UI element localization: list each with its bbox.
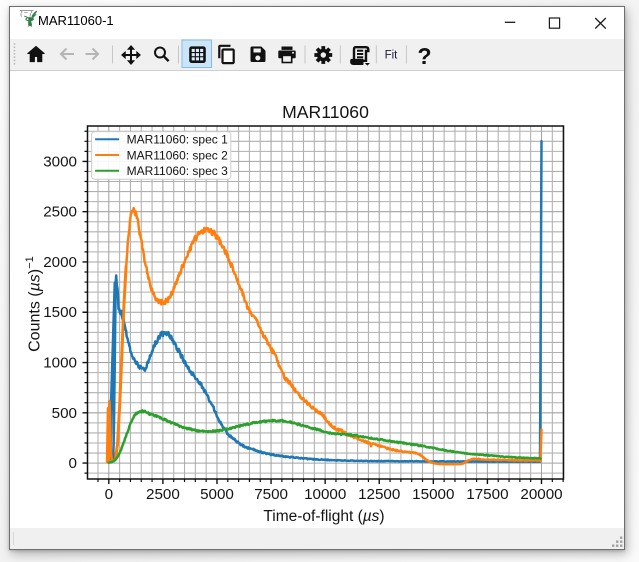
svg-text:1500: 1500 bbox=[43, 304, 77, 321]
svg-text:Fit: Fit bbox=[385, 49, 399, 61]
svg-text:1000: 1000 bbox=[43, 355, 77, 372]
svg-text:10000: 10000 bbox=[304, 486, 346, 503]
svg-text:Time-of-flight (µs): Time-of-flight (µs) bbox=[263, 508, 384, 525]
svg-text:0: 0 bbox=[69, 455, 77, 472]
svg-text:2000: 2000 bbox=[43, 254, 77, 271]
svg-text:17500: 17500 bbox=[466, 486, 508, 503]
svg-text:5000: 5000 bbox=[200, 486, 234, 503]
svg-text:12500: 12500 bbox=[358, 486, 400, 503]
svg-text:2500: 2500 bbox=[43, 204, 77, 221]
svg-text:Counts (µs)−1: Counts (µs)−1 bbox=[24, 256, 44, 352]
svg-text:MAR11060: spec 3: MAR11060: spec 3 bbox=[127, 164, 228, 178]
svg-text:MAR11060: spec 2: MAR11060: spec 2 bbox=[127, 148, 228, 162]
svg-text:3000: 3000 bbox=[43, 153, 77, 170]
svg-text:0: 0 bbox=[105, 486, 113, 503]
svg-text:MAR11060: spec 1: MAR11060: spec 1 bbox=[127, 133, 228, 147]
svg-text:7500: 7500 bbox=[254, 486, 288, 503]
svg-text:2500: 2500 bbox=[146, 486, 180, 503]
svg-text:20000: 20000 bbox=[520, 486, 562, 503]
svg-text:?: ? bbox=[417, 43, 431, 69]
svg-text:15000: 15000 bbox=[412, 486, 454, 503]
svg-text:500: 500 bbox=[52, 405, 77, 422]
svg-text:MAR11060: MAR11060 bbox=[282, 102, 369, 122]
